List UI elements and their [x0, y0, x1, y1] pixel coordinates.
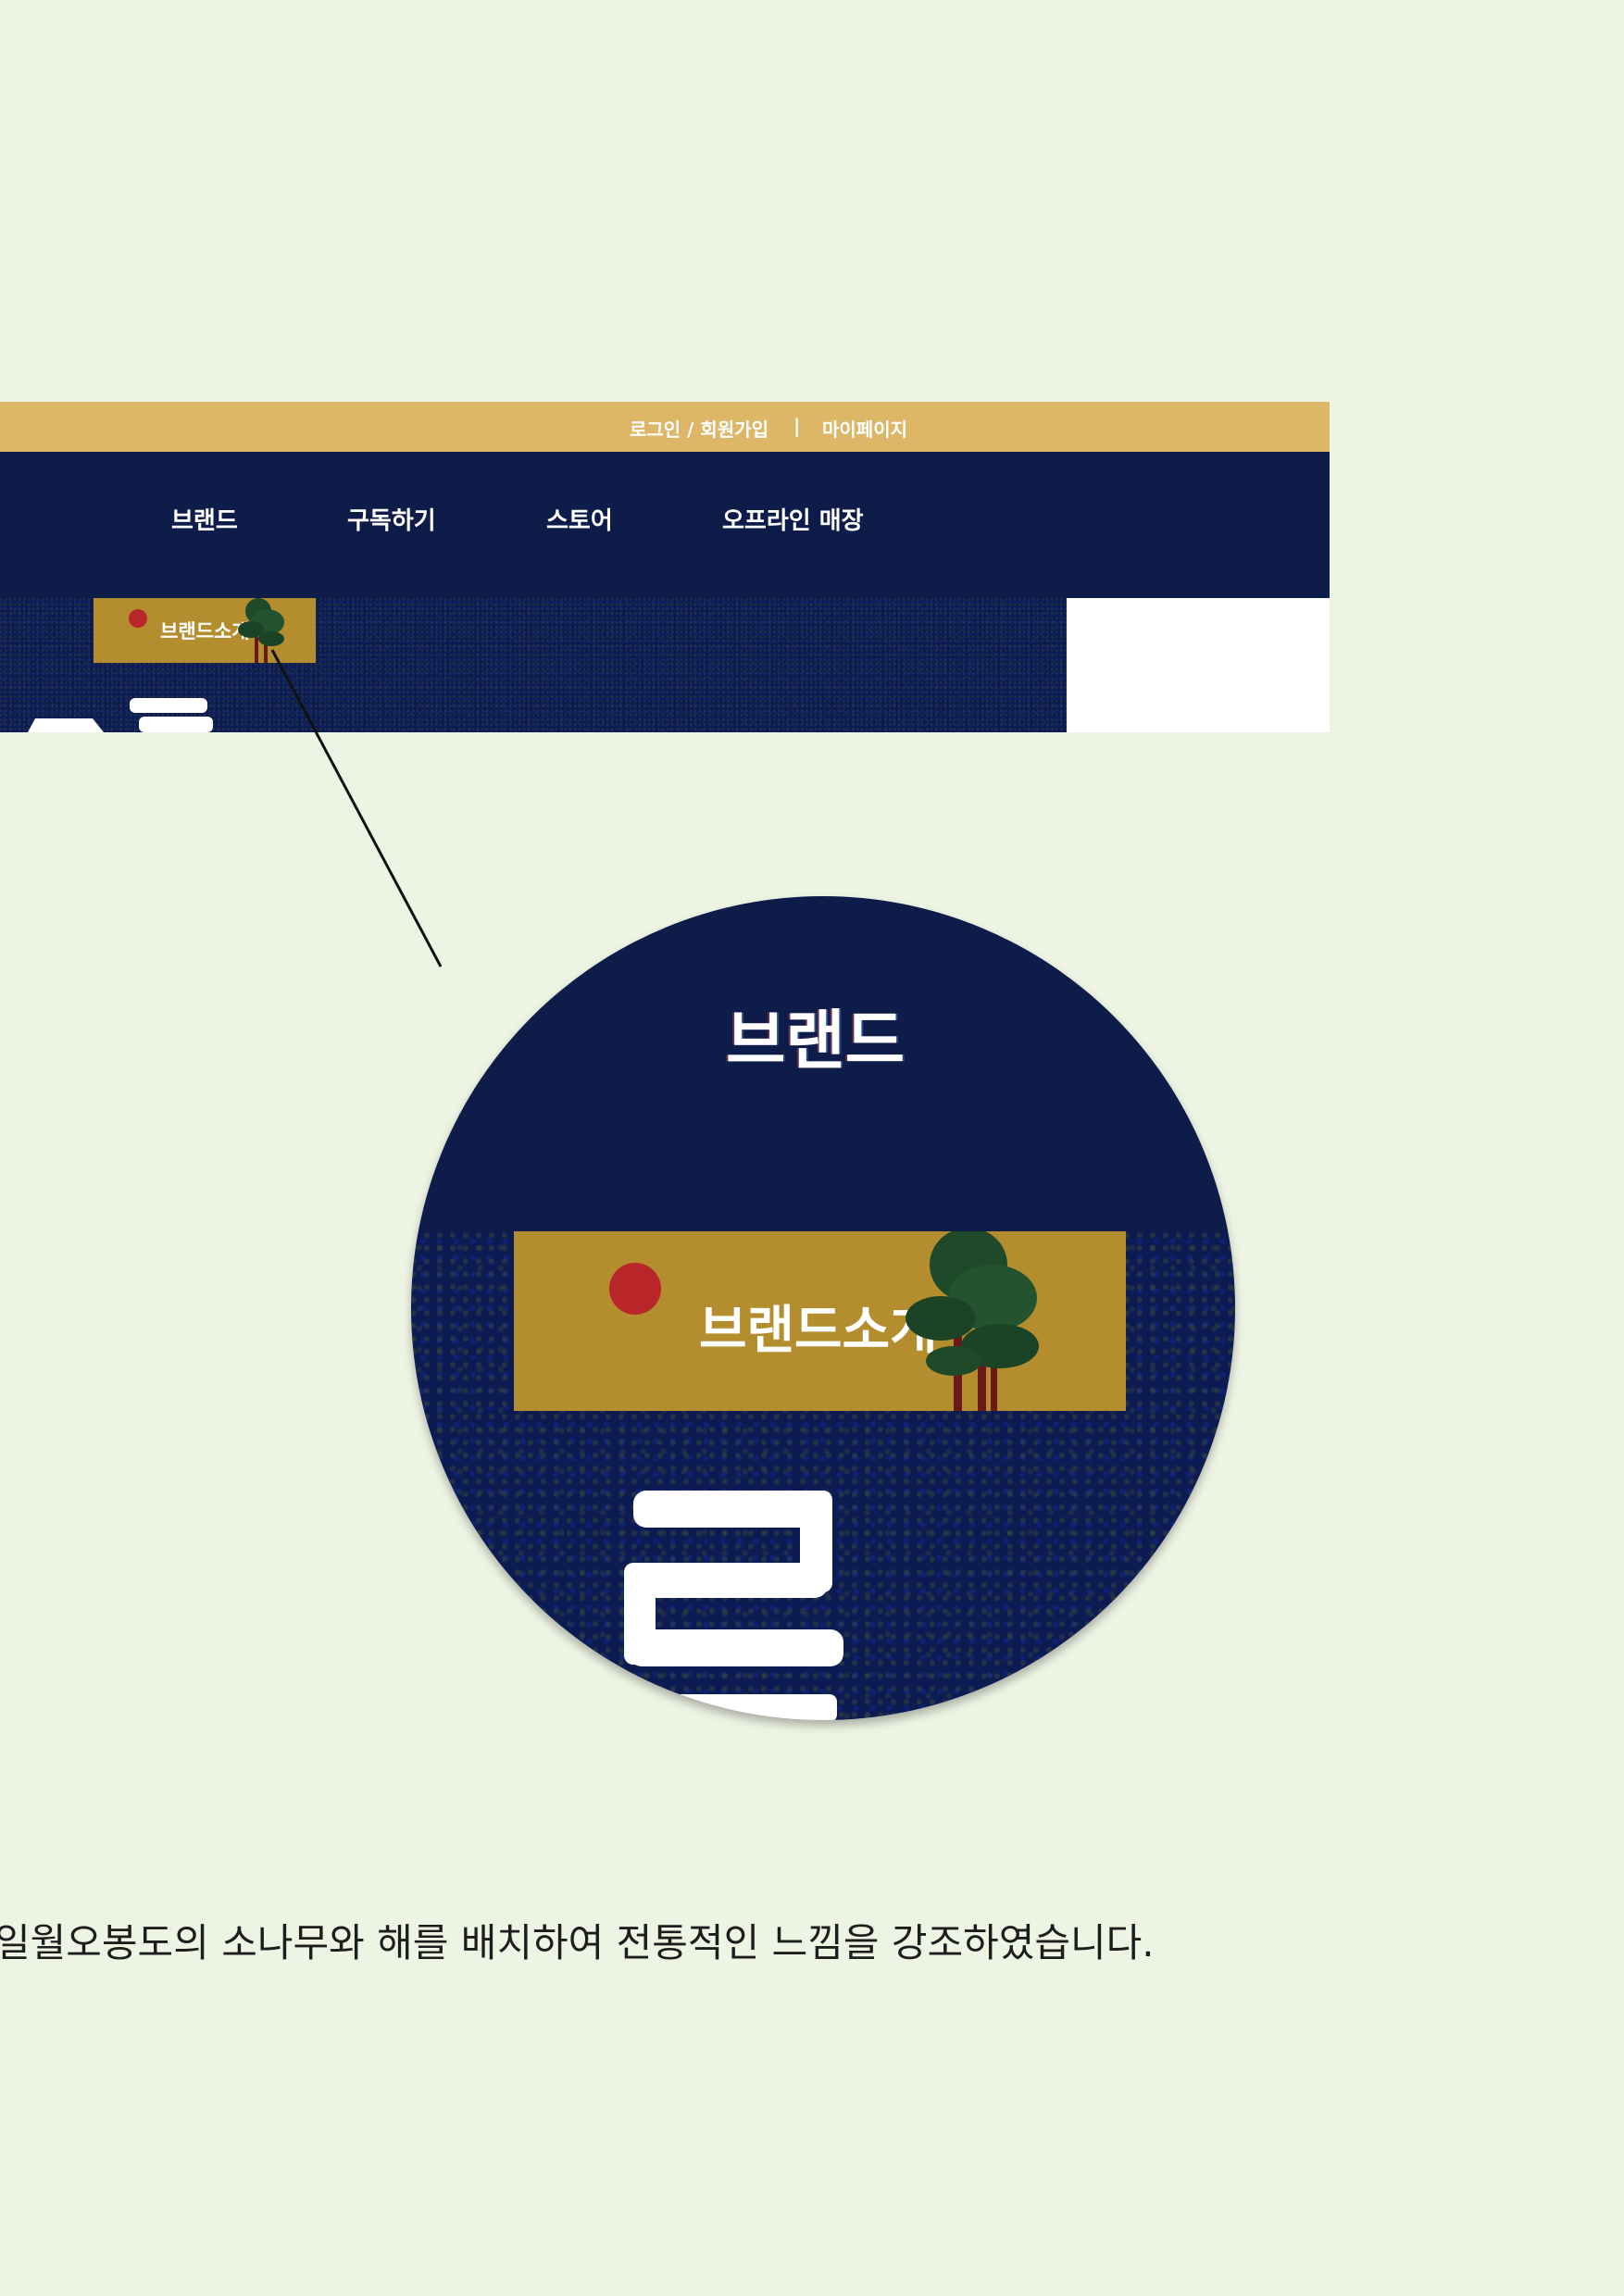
description-caption: 일월오봉도의 소나무와 해를 배치하여 전통적인 느낌을 강조하였습니다. — [0, 1920, 1155, 1965]
website-screenshot: 로그인 / 회원가입 | 마이페이지 브랜드 구독하기 스토어 오프라인 매장 … — [0, 402, 1330, 732]
main-navigation: 브랜드 구독하기 스토어 오프라인 매장 — [0, 452, 1330, 598]
hero-headline-fragment — [28, 698, 213, 732]
mypage-link[interactable]: 마이페이지 — [822, 415, 907, 442]
hero-banner: 브랜드소개 — [0, 598, 1067, 732]
magnified-nav-item-brand: 브랜드 — [726, 1003, 906, 1079]
pine-tree-icon — [906, 1231, 1039, 1411]
magnified-brand-intro-badge: 브랜드소개 — [514, 1231, 1126, 1411]
page-edge-whitespace — [1067, 598, 1330, 732]
top-utility-bar: 로그인 / 회원가입 | 마이페이지 — [0, 402, 1330, 452]
login-signup-link[interactable]: 로그인 / 회원가입 — [630, 415, 768, 442]
magnified-hero: 브랜드소개 — [411, 1231, 1235, 1720]
nav-item-offline-store[interactable]: 오프라인 매장 — [722, 502, 864, 536]
topbar-separator: | — [793, 415, 801, 437]
sun-icon — [609, 1263, 661, 1315]
zoom-magnifier: 브랜드 브랜드소개 — [411, 896, 1235, 1720]
nav-item-brand[interactable]: 브랜드 — [171, 502, 238, 536]
nav-item-store[interactable]: 스토어 — [546, 502, 613, 536]
nav-item-subscribe[interactable]: 구독하기 — [347, 502, 436, 536]
magnified-navigation: 브랜드 — [411, 896, 1235, 1231]
magnified-headline-fragment — [411, 1491, 843, 1720]
